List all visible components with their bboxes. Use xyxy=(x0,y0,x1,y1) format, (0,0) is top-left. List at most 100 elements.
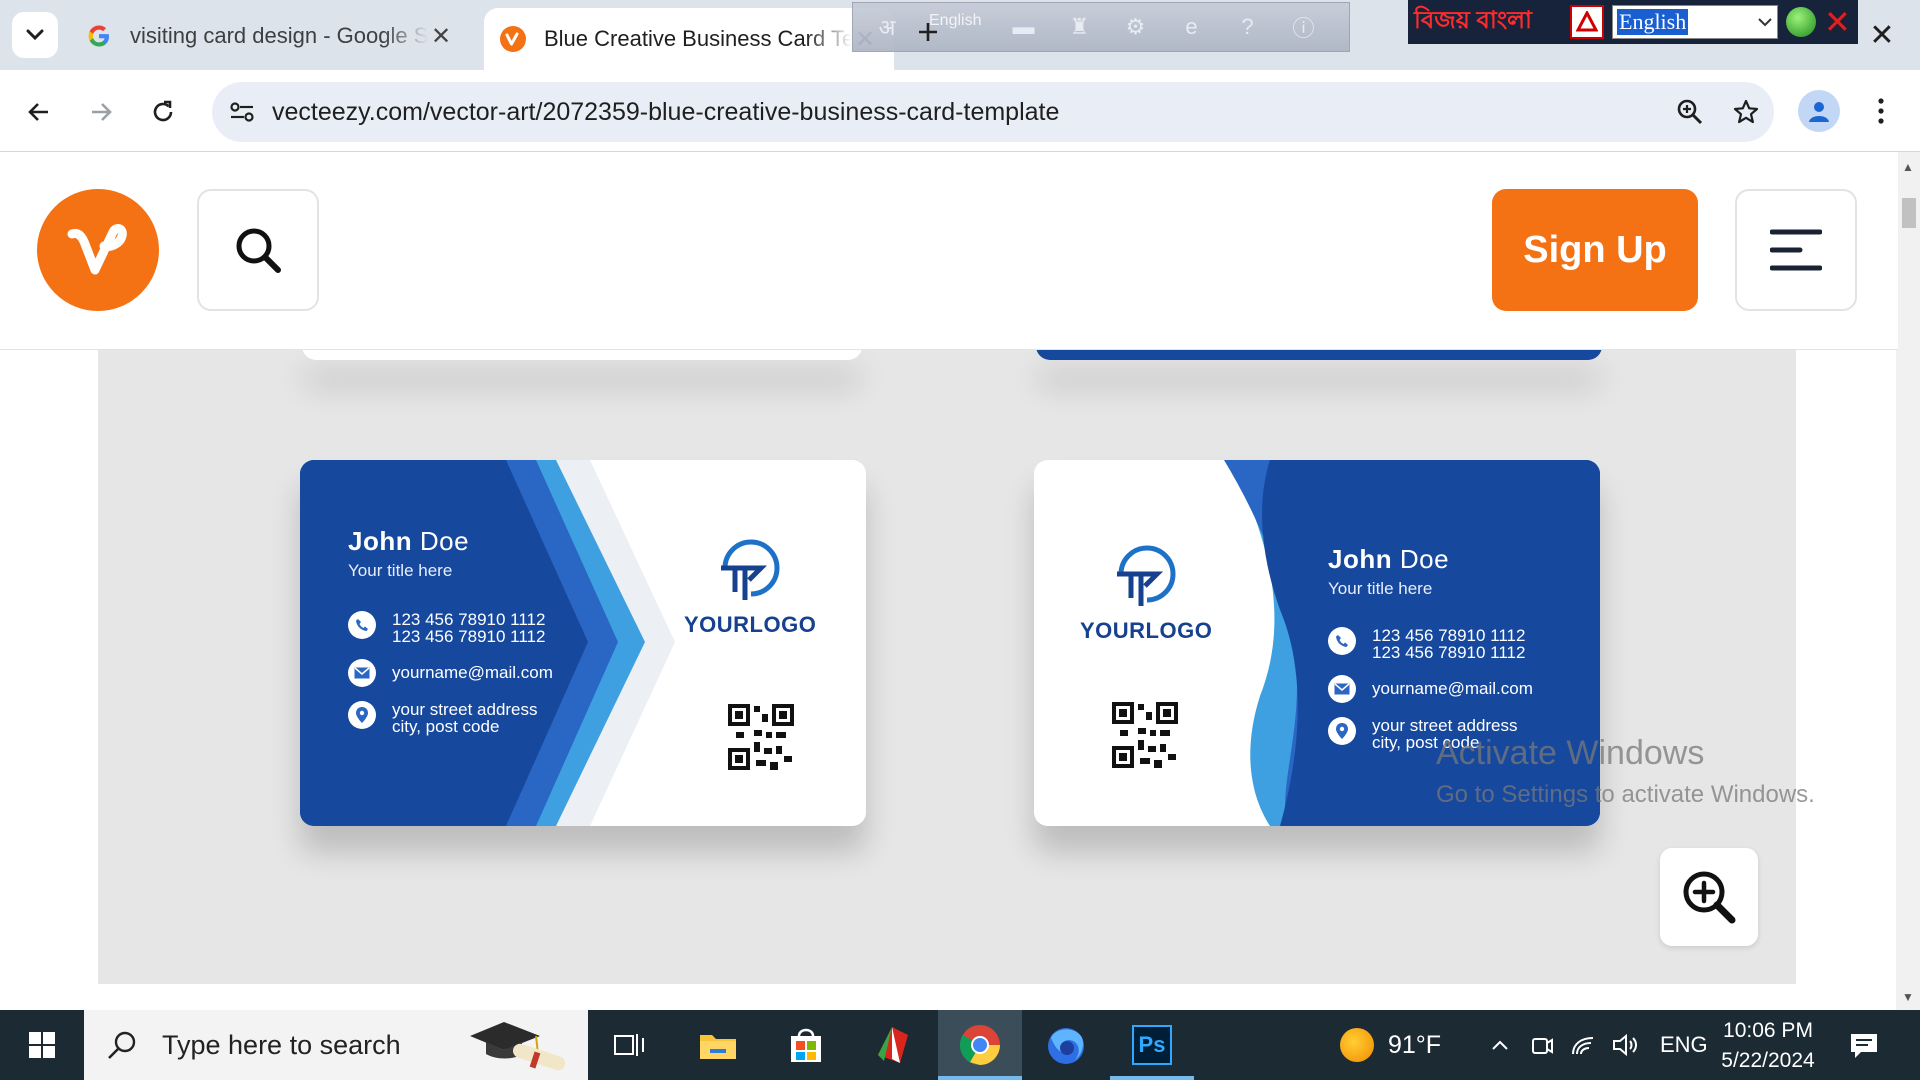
show-hidden-icons-icon[interactable] xyxy=(1486,1039,1514,1051)
card-name: John Doe xyxy=(1328,544,1533,575)
card-phone-2: 123 456 78910 1112 xyxy=(1372,643,1526,662)
card-logo-text: YOURLOGO xyxy=(684,612,817,637)
office-icon xyxy=(878,1027,908,1063)
reload-icon xyxy=(153,100,173,122)
site-settings-icon[interactable] xyxy=(212,82,272,142)
search-icon xyxy=(108,1031,136,1059)
weather-widget[interactable]: 91°F xyxy=(1340,1010,1441,1080)
zoom-icon[interactable] xyxy=(1662,84,1718,140)
zoom-in-icon xyxy=(1683,871,1736,924)
active-indicator xyxy=(1110,1076,1194,1080)
card-address-1: your street address xyxy=(392,700,538,719)
more-vert-icon xyxy=(1878,98,1884,124)
pdf-icon[interactable] xyxy=(1570,5,1604,39)
google-icon xyxy=(86,23,112,49)
tab-vecteezy[interactable]: Blue Creative Business Card Ten ✕ xyxy=(484,8,894,70)
page-scrollbar[interactable]: ▲ ▼ xyxy=(1896,152,1920,1010)
watermark-line-1: Activate Windows xyxy=(1436,734,1705,772)
card-email: yourname@mail.com xyxy=(1372,679,1533,698)
keyboard-icon[interactable]: ▬ xyxy=(1009,13,1037,41)
card-email-row: yourname@mail.com xyxy=(1328,675,1533,703)
scroll-down-icon[interactable]: ▼ xyxy=(1902,990,1914,1004)
info-icon[interactable]: ⓘ xyxy=(1289,13,1317,41)
download-icon[interactable] xyxy=(1786,7,1816,37)
office-app-button[interactable] xyxy=(850,1010,934,1080)
card-last-name: Doe xyxy=(1399,544,1450,574)
clock-date: 5/22/2024 xyxy=(1721,1049,1815,1072)
temperature: 91°F xyxy=(1388,1030,1442,1059)
tab-search-button[interactable] xyxy=(12,12,58,58)
notification-center-button[interactable] xyxy=(1844,1026,1884,1066)
card-address-1: your street address xyxy=(1372,716,1518,735)
firefox-button[interactable] xyxy=(1024,1010,1108,1080)
vecteezy-logo[interactable] xyxy=(37,189,159,311)
close-icon[interactable]: ✕ xyxy=(1824,3,1851,41)
arrow-left-icon xyxy=(28,103,48,121)
sun-icon xyxy=(1340,1028,1374,1062)
language-select[interactable]: English xyxy=(1612,5,1778,39)
card-stub-white xyxy=(302,350,862,360)
reload-button[interactable] xyxy=(141,90,185,134)
location-pin-icon xyxy=(348,701,376,729)
address-bar[interactable]: vecteezy.com/vector-art/2072359-blue-cre… xyxy=(212,82,1774,142)
chrome-button[interactable] xyxy=(938,1010,1022,1080)
card-left-details: John Doe Your title here 123 456 78910 1… xyxy=(348,526,553,735)
chrome-icon xyxy=(960,1025,1000,1065)
tab-google-search[interactable]: visiting card design - Google Se ✕ xyxy=(70,8,470,64)
browser-menu-button[interactable] xyxy=(1866,90,1896,132)
card-phone-row: 123 456 78910 1112 123 456 78910 1112 xyxy=(348,611,553,645)
forward-button[interactable] xyxy=(79,90,123,134)
card-phone-2: 123 456 78910 1112 xyxy=(392,627,546,646)
scroll-up-icon[interactable]: ▲ xyxy=(1902,160,1914,174)
vecteezy-logo-icon xyxy=(67,224,127,275)
language-glyph-icon[interactable]: अ xyxy=(873,13,901,41)
card-name: John Doe xyxy=(348,526,553,557)
photoshop-button[interactable]: Ps xyxy=(1110,1010,1194,1080)
task-view-button[interactable] xyxy=(588,1010,672,1080)
plus-icon xyxy=(919,23,937,41)
close-tab-icon[interactable]: ✕ xyxy=(428,23,454,50)
scrollbar-thumb[interactable] xyxy=(1902,198,1916,228)
store-icon xyxy=(791,1028,821,1062)
meet-now-icon[interactable] xyxy=(1528,1033,1556,1057)
start-button[interactable] xyxy=(0,1010,84,1080)
browser-icon[interactable]: e xyxy=(1177,13,1205,41)
card-phone-row: 123 456 78910 1112 123 456 78910 1112 xyxy=(1328,627,1533,661)
screen: visiting card design - Google Se ✕ Blue … xyxy=(0,0,1920,1080)
card-job-title: Your title here xyxy=(1328,579,1433,598)
wifi-icon[interactable] xyxy=(1570,1034,1598,1056)
web-page: Sign Up John Doe Your title here 123 456… xyxy=(0,152,1898,1010)
help-icon[interactable]: ? xyxy=(1233,13,1261,41)
taskbar-search-box[interactable]: Type here to search xyxy=(84,1010,588,1080)
company-logo-icon xyxy=(1117,545,1176,606)
volume-icon[interactable] xyxy=(1612,1033,1640,1057)
card-phone-1: 123 456 78910 1112 xyxy=(392,610,546,629)
card-stub-blue xyxy=(1036,350,1602,360)
sign-up-button[interactable]: Sign Up xyxy=(1492,189,1698,311)
card-logo: YOURLOGO xyxy=(1080,540,1212,644)
card-job-title: Your title here xyxy=(348,561,453,580)
zoom-preview-button[interactable] xyxy=(1660,848,1758,946)
system-clock[interactable]: 10:06 PM 5/22/2024 xyxy=(1716,1016,1820,1076)
file-explorer-button[interactable] xyxy=(676,1010,760,1080)
chevron-down-icon xyxy=(26,29,44,41)
site-search-button[interactable] xyxy=(197,189,319,311)
back-button[interactable] xyxy=(17,90,61,134)
bookmark-star-icon[interactable] xyxy=(1718,84,1774,140)
photoshop-icon: Ps xyxy=(1132,1025,1172,1065)
microsoft-store-button[interactable] xyxy=(764,1010,848,1080)
url-text[interactable]: vecteezy.com/vector-art/2072359-blue-cre… xyxy=(272,98,1662,127)
phone-icon xyxy=(348,611,376,639)
active-indicator xyxy=(938,1076,1022,1080)
qr-code-icon xyxy=(1112,702,1178,768)
new-tab-button[interactable] xyxy=(916,20,940,44)
tool-icon[interactable]: ♜ xyxy=(1065,13,1093,41)
card-email-row: yourname@mail.com xyxy=(348,659,553,687)
window-close-button[interactable]: ✕ xyxy=(1862,12,1902,58)
site-menu-button[interactable] xyxy=(1735,189,1857,311)
language-indicator[interactable]: ENG xyxy=(1660,1032,1708,1058)
system-tray: ENG xyxy=(1486,1010,1708,1080)
gear-icon[interactable]: ⚙ xyxy=(1121,13,1149,41)
profile-avatar[interactable] xyxy=(1798,90,1840,132)
windows-taskbar: Type here to search Ps 91°F ENG 10:06 PM… xyxy=(0,1010,1920,1080)
